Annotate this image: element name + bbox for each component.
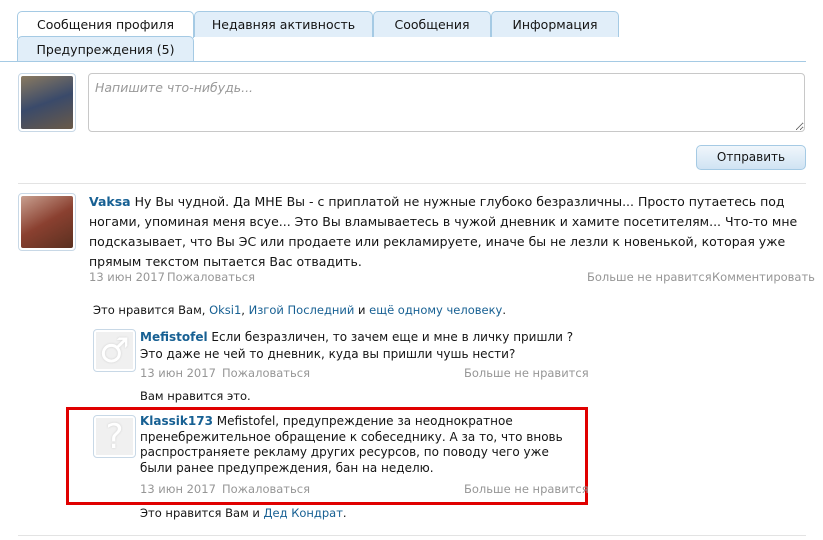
like-user-link[interactable]: Изгой Последний (249, 303, 355, 317)
tab-warnings[interactable]: Предупреждения (5) (17, 36, 194, 62)
comment-likes: Вам нравится это. (140, 389, 251, 403)
post-message: Vaksa Ну Вы чудной. Да МНЕ Вы - с припла… (89, 192, 806, 272)
comment-unlike-link[interactable]: Больше не нравится (464, 482, 589, 496)
comment-date: 13 июн 2017 (140, 366, 216, 380)
like-user-link[interactable]: Oksi1 (209, 303, 241, 317)
divider (18, 183, 806, 184)
post-likes-summary: Это нравится Вам, Oksi1, Изгой Последний… (93, 303, 507, 317)
comment-avatar[interactable]: ? (93, 415, 136, 458)
male-icon: ♂ (96, 331, 133, 371)
post-comment-link[interactable]: Комментировать (712, 270, 815, 284)
post-author-link[interactable]: Vaksa (89, 194, 131, 209)
comment-author-link[interactable]: Mefistofel (140, 330, 208, 344)
tab-profile-posts[interactable]: Сообщения профиля (17, 11, 194, 38)
post-report-link[interactable]: Пожаловаться (167, 270, 255, 284)
comment-date: 13 июн 2017 (140, 482, 216, 496)
like-others-link[interactable]: ещё одному человеку (369, 303, 502, 317)
post-text: Ну Вы чудной. Да МНЕ Вы - с приплатой не… (89, 194, 798, 269)
status-input[interactable] (88, 73, 805, 132)
comment-author-link[interactable]: Klassik173 (140, 414, 213, 428)
tab-divider (0, 61, 806, 62)
comment-report-link[interactable]: Пожаловаться (222, 482, 310, 496)
divider (18, 535, 806, 536)
submit-button[interactable]: Отправить (696, 145, 806, 170)
post-author-avatar[interactable] (18, 193, 76, 251)
post-date: 13 июн 2017 (89, 270, 165, 284)
comment-message: Klassik173 Mefistofel, предупреждение за… (140, 414, 563, 475)
post-unlike-link[interactable]: Больше не нравится (587, 270, 712, 284)
tab-recent-activity[interactable]: Недавняя активность (194, 11, 373, 37)
comment-unlike-link[interactable]: Больше не нравится (464, 366, 589, 380)
comment-message: Mefistofel Если безразличен, то зачем ещ… (140, 330, 574, 361)
tab-information[interactable]: Информация (491, 11, 619, 37)
comment-likes: Это нравится Вам и Дед Кондрат. (140, 506, 347, 520)
tab-messages[interactable]: Сообщения (373, 11, 491, 37)
my-avatar[interactable] (18, 73, 76, 132)
like-user-link[interactable]: Дед Кондрат (264, 506, 343, 520)
comment-avatar[interactable]: ♂ (93, 329, 136, 372)
comment-report-link[interactable]: Пожаловаться (222, 366, 310, 380)
unknown-user-icon: ? (96, 417, 133, 457)
